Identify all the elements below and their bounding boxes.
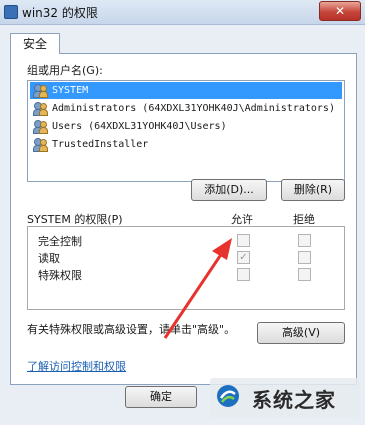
- users-listbox[interactable]: SYSTEM Administrators (64XDXL31YOHK40J\A…: [27, 80, 345, 182]
- remove-button[interactable]: 删除(R): [281, 179, 345, 201]
- advanced-button[interactable]: 高级(V): [257, 322, 345, 344]
- user-group-icon: [33, 102, 48, 116]
- groups-label: 组或用户名(G):: [27, 64, 103, 77]
- list-item-trustedinstaller[interactable]: TrustedInstaller: [30, 136, 342, 153]
- watermark-text: 系统之家: [252, 388, 336, 412]
- list-item-label: SYSTEM: [52, 85, 89, 96]
- list-item-administrators[interactable]: Administrators (64XDXL31YOHK40J\Administ…: [30, 100, 342, 117]
- read-deny-checkbox[interactable]: [298, 251, 311, 264]
- window-title: win32 的权限: [22, 6, 98, 20]
- read-allow-checkbox[interactable]: ✓: [237, 251, 250, 264]
- list-item-label: Users (64XDXL31YOHK40J\Users): [52, 121, 227, 132]
- ok-button[interactable]: 确定: [125, 386, 197, 408]
- add-button[interactable]: 添加(D)...: [191, 179, 267, 201]
- special-deny-checkbox[interactable]: [298, 268, 311, 281]
- full-control-allow-checkbox[interactable]: [237, 234, 250, 247]
- title-bar: win32 的权限 ✕: [0, 0, 365, 25]
- list-item-system[interactable]: SYSTEM: [30, 82, 342, 99]
- list-item-users[interactable]: Users (64XDXL31YOHK40J\Users): [30, 118, 342, 135]
- watermark-logo-icon: [217, 385, 239, 407]
- deny-column-header: 拒绝: [293, 213, 315, 226]
- full-control-deny-checkbox[interactable]: [298, 234, 311, 247]
- allow-column-header: 允许: [231, 213, 253, 226]
- user-group-icon: [33, 84, 48, 98]
- permission-read-label: 读取: [38, 252, 60, 265]
- advanced-info-text: 有关特殊权限或高级设置，请单击"高级"。: [27, 323, 236, 336]
- close-button[interactable]: ✕: [319, 1, 361, 21]
- list-item-label: Administrators (64XDXL31YOHK40J\Administ…: [52, 103, 335, 114]
- permission-full-control-label: 完全控制: [38, 235, 82, 248]
- watermark: 系统之家: [210, 378, 360, 418]
- permissions-title: SYSTEM 的权限(P): [27, 213, 123, 226]
- security-panel: 组或用户名(G): SYSTEM Administrators (64XDXL3…: [10, 53, 357, 385]
- folder-icon: [4, 5, 18, 19]
- special-allow-checkbox[interactable]: [237, 268, 250, 281]
- access-control-link[interactable]: 了解访问控制和权限: [27, 358, 126, 374]
- permissions-table: 完全控制 读取 特殊权限 ✓: [27, 226, 345, 310]
- user-group-icon: [33, 138, 48, 152]
- user-group-icon: [33, 120, 48, 134]
- permission-special-label: 特殊权限: [38, 269, 82, 282]
- tab-security[interactable]: 安全: [10, 33, 60, 54]
- list-item-label: TrustedInstaller: [52, 139, 149, 150]
